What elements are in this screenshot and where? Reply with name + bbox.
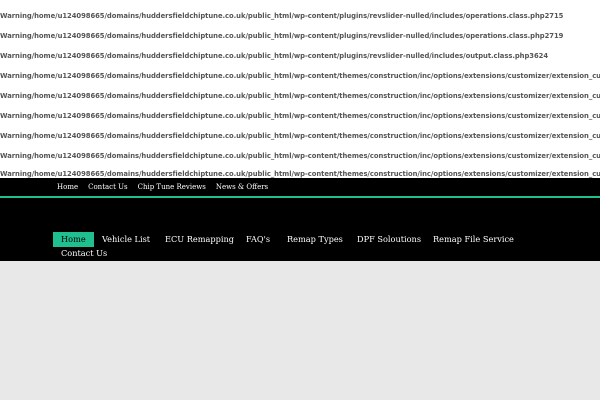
main-nav-remap-file-service[interactable]: Remap File Service [433,232,514,247]
warning-line: Warning/home/u124098665/domains/huddersf… [0,170,600,178]
top-nav-news-offers[interactable]: News & Offers [216,183,268,191]
page-content-area [0,261,600,400]
warning-line: Warning/home/u124098665/domains/huddersf… [0,92,600,100]
main-nav-ecu-remapping[interactable]: ECU Remapping [165,232,234,247]
warning-line: Warning/home/u124098665/domains/huddersf… [0,132,600,140]
main-nav-contact-us[interactable]: Contact Us [61,246,107,261]
top-bar: Home Contact Us Chip Tune Reviews News &… [0,178,600,198]
main-nav-remap-types[interactable]: Remap Types [287,232,343,247]
main-nav-vehicle-list[interactable]: Vehicle List [102,232,150,247]
php-warnings-area: Warning/home/u124098665/domains/huddersf… [0,0,600,178]
warning-line: Warning/home/u124098665/domains/huddersf… [0,32,564,40]
main-nav-faqs[interactable]: FAQ's [246,232,270,247]
warning-line: Warning/home/u124098665/domains/huddersf… [0,52,549,60]
warning-line: Warning/home/u124098665/domains/huddersf… [0,12,564,20]
top-nav-chip-tune-reviews[interactable]: Chip Tune Reviews [138,183,206,191]
main-nav-home[interactable]: Home [53,232,94,247]
top-navigation: Home Contact Us Chip Tune Reviews News &… [57,178,278,196]
warning-line: Warning/home/u124098665/domains/huddersf… [0,112,600,120]
top-nav-home[interactable]: Home [57,183,78,191]
warning-line: Warning/home/u124098665/domains/huddersf… [0,72,600,80]
top-nav-contact-us[interactable]: Contact Us [88,183,128,191]
warning-line: Warning/home/u124098665/domains/huddersf… [0,152,600,160]
site-header: Home Vehicle List ECU Remapping FAQ's Re… [0,198,600,261]
main-nav-dpf-solutions[interactable]: DPF Soloutions [357,232,421,247]
